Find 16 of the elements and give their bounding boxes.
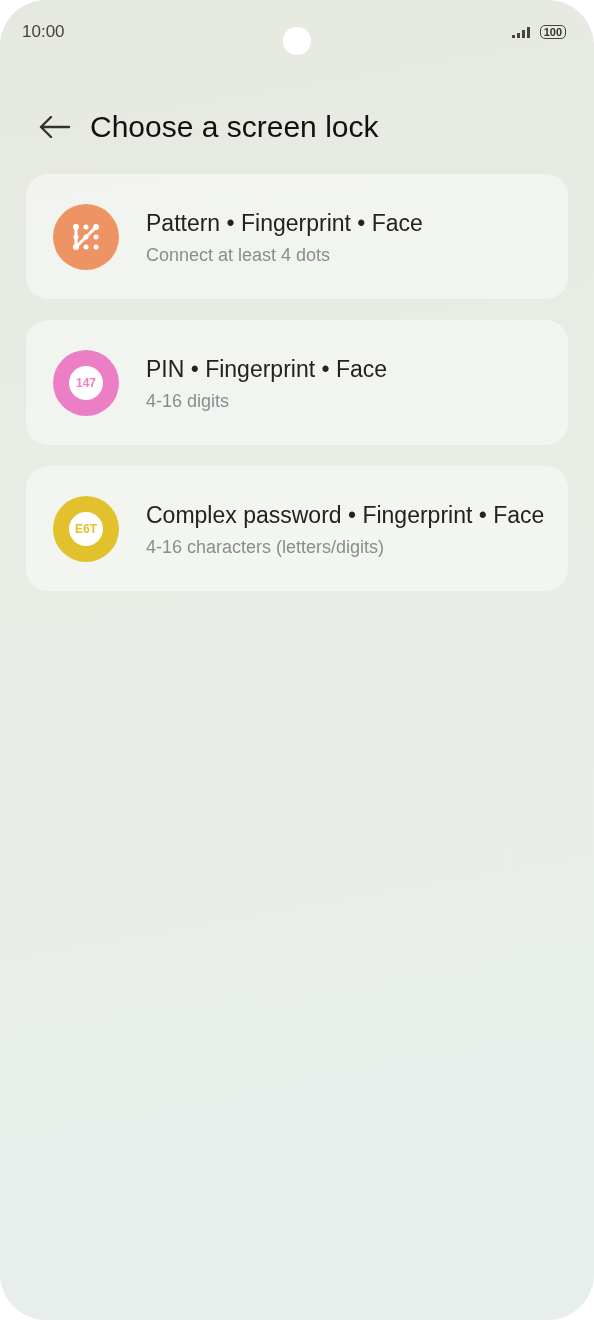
page-title: Choose a screen lock <box>90 110 379 144</box>
lock-option[interactable]: E6T Complex password • Fingerprint • Face 4-16 characters (letters/digits) <box>26 466 568 591</box>
lock-option[interactable]: 147 PIN • Fingerprint • Face 4-16 digits <box>26 320 568 445</box>
option-description: 4-16 characters (letters/digits) <box>146 536 386 558</box>
battery-level: 100 <box>539 25 566 39</box>
camera-hole <box>283 27 311 55</box>
option-title: Pattern • Fingerprint • Face <box>146 208 423 238</box>
lock-option[interactable]: Pattern • Fingerprint • Face Connect at least 4 dots <box>26 174 568 299</box>
option-description: 4-16 digits <box>146 390 231 412</box>
lock-type-icon: 147 <box>53 349 119 416</box>
back-button[interactable] <box>38 113 72 141</box>
status-time: 10:00 <box>22 22 65 42</box>
option-description: Connect at least 4 dots <box>146 244 332 266</box>
option-title: PIN • Fingerprint • Face <box>146 354 388 384</box>
option-title: Complex password • Fingerprint • Face <box>146 500 545 530</box>
lock-type-icon: E6T <box>53 495 119 562</box>
